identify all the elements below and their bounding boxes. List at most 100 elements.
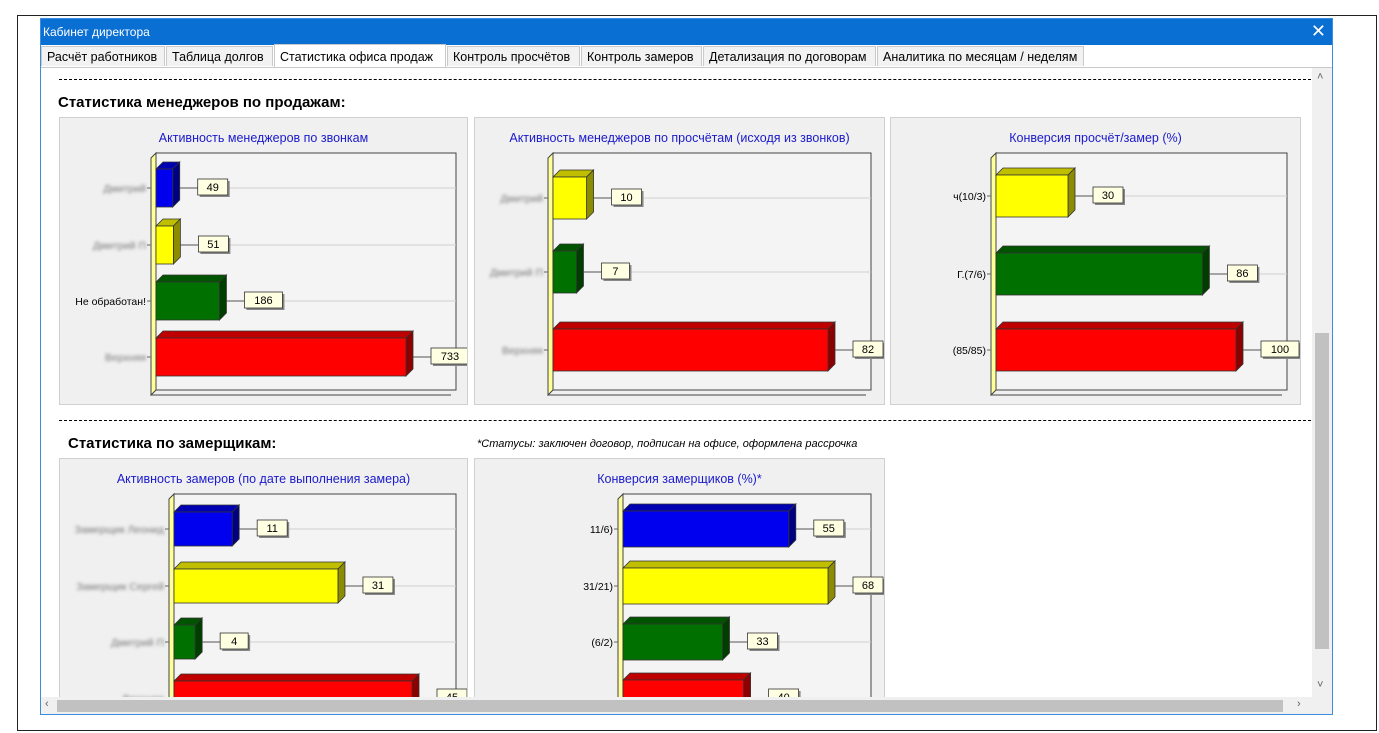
value-label: 100 <box>1271 344 1289 356</box>
bar-side-face <box>337 561 346 604</box>
tab-monthly-analytics[interactable]: Аналитика по месяцам / неделям <box>877 46 1084 66</box>
title-bar: Кабинет директора ✕ <box>41 19 1332 45</box>
bar-front-face <box>173 680 413 697</box>
value-label: 7 <box>612 266 618 278</box>
bar-top-face <box>173 504 241 513</box>
category-label: Дмитрий <box>103 183 146 195</box>
bar-side-face <box>194 617 203 660</box>
chart-title: Активность менеджеров по просчётам (исхо… <box>509 131 849 145</box>
category-label: Г.(7/6) <box>957 269 986 281</box>
tab-workers-calc[interactable]: Расчёт работников <box>41 46 165 66</box>
bar-top-face <box>552 321 836 330</box>
value-label: 68 <box>862 580 874 592</box>
bar-side-face <box>827 321 836 372</box>
chart-title: Конверсия просчёт/замер (%) <box>1009 131 1182 145</box>
bar-top-face <box>622 560 836 569</box>
value-label: 10 <box>620 192 632 204</box>
value-label: 30 <box>1102 190 1114 202</box>
bar-side-face <box>172 161 181 208</box>
category-label: Дмитрий П <box>111 637 164 649</box>
value-label: 33 <box>756 636 768 648</box>
category-label: (6/2) <box>591 637 613 649</box>
chart-manager-calculations: Активность менеджеров по просчётам (исхо… <box>474 117 885 405</box>
value-label: 51 <box>207 239 219 251</box>
bar-side-face <box>1235 321 1244 372</box>
chart-svg: Конверсия замерщиков (%)* 55 11/6) 68 31/21)… <box>583 472 884 697</box>
category-label: Верхняя <box>105 352 146 364</box>
bar-1 <box>622 560 836 605</box>
value-label: 4 <box>231 636 237 648</box>
bar-front-face <box>622 679 744 697</box>
bar-side-face <box>576 243 584 294</box>
bar-top-face <box>622 503 797 512</box>
chart-title: Активность замеров (по дате выполнения з… <box>117 472 410 486</box>
chart-measurer-conversion: Конверсия замерщиков (%)* 55 11/6) 68 31/21)… <box>474 458 885 697</box>
category-label: Не обработан! <box>75 296 146 308</box>
bar-front-face <box>995 328 1237 372</box>
scroll-up-icon[interactable]: ˄ <box>1317 71 1323 83</box>
value-label: 186 <box>254 295 272 307</box>
category-label: Дмитрий П <box>93 240 146 252</box>
scroll-right-icon[interactable]: › <box>1297 698 1301 710</box>
bar-side-face <box>722 616 730 661</box>
chart-svg: Активность менеджеров по просчётам (исхо… <box>490 131 884 397</box>
value-label: 31 <box>372 580 384 592</box>
measurers-heading: Статистика по замерщикам: <box>68 435 277 452</box>
value-label: 82 <box>862 344 874 356</box>
bar-top-face <box>155 274 228 283</box>
axis-wall <box>168 492 175 697</box>
bar-2 <box>622 616 731 661</box>
managers-heading: Статистика менеджеров по продажам: <box>58 94 346 111</box>
bar-1 <box>173 561 346 604</box>
category-label: ч(10/3) <box>953 191 986 203</box>
bar-3 <box>173 673 420 697</box>
bar-top-face <box>622 616 731 625</box>
vertical-scrollbar[interactable]: ˄ ˅ <box>1312 68 1332 697</box>
chart-calc-measure-conversion: Конверсия просчёт/замер (%) 30 ч(10/3) 86 Г.… <box>890 117 1301 405</box>
tab-contract-details[interactable]: Детализация по договорам <box>703 46 876 66</box>
value-label: 55 <box>823 523 835 535</box>
tab-strip: Расчёт работников Таблица долгов Статист… <box>41 44 1332 68</box>
tab-measure-control[interactable]: Контроль замеров <box>581 46 702 66</box>
tab-sales-office-stats[interactable]: Статистика офиса продаж <box>274 44 446 67</box>
vertical-scroll-thumb[interactable] <box>1315 333 1329 649</box>
bar-0 <box>173 504 241 547</box>
chart-svg: Активность замеров (по дате выполнения з… <box>75 472 467 697</box>
tab-debts-table[interactable]: Таблица долгов <box>166 46 273 66</box>
scroll-down-icon[interactable]: ˅ <box>1317 679 1323 691</box>
scroll-left-icon[interactable]: ‹ <box>45 698 49 710</box>
bar-top-face <box>995 321 1244 330</box>
chart-title: Активность менеджеров по звонкам <box>159 131 368 145</box>
value-label: 49 <box>207 182 219 194</box>
bar-side-face <box>231 504 240 547</box>
category-label: Замерщик Леонид <box>75 524 164 536</box>
bar-2 <box>173 617 204 660</box>
chart-measure-activity: Активность замеров (по дате выполнения з… <box>59 458 468 697</box>
bar-side-face <box>1201 245 1210 296</box>
bar-0 <box>622 503 797 548</box>
axis-wall <box>990 151 997 397</box>
bar-front-face <box>155 337 407 377</box>
dashed-separator <box>59 79 1311 80</box>
bar-0 <box>552 169 595 220</box>
horizontal-scroll-thumb[interactable] <box>57 700 1283 712</box>
category-label: (85/85) <box>953 345 986 357</box>
bar-1 <box>155 218 182 265</box>
measurers-status-note: *Статусы: заключен договор, подписан на … <box>477 438 858 450</box>
bar-front-face <box>173 624 196 660</box>
axis-wall <box>617 492 624 697</box>
horizontal-scrollbar[interactable]: ‹ › <box>41 697 1312 714</box>
close-icon[interactable]: ✕ <box>1311 21 1326 41</box>
bar-front-face <box>173 511 233 547</box>
bar-front-face <box>173 568 339 604</box>
bar-1 <box>995 245 1211 296</box>
tab-content: Статистика менеджеров по продажам: Актив… <box>41 68 1312 697</box>
tab-calc-control[interactable]: Контроль просчётов <box>447 46 580 66</box>
category-label: Дмитрий П <box>490 267 543 279</box>
dashed-separator <box>59 420 1311 421</box>
bar-0 <box>155 161 181 208</box>
category-label: Верхняя <box>502 345 543 357</box>
bar-top-face <box>155 330 414 339</box>
bar-front-face <box>155 168 174 208</box>
bar-side-face <box>405 330 414 377</box>
